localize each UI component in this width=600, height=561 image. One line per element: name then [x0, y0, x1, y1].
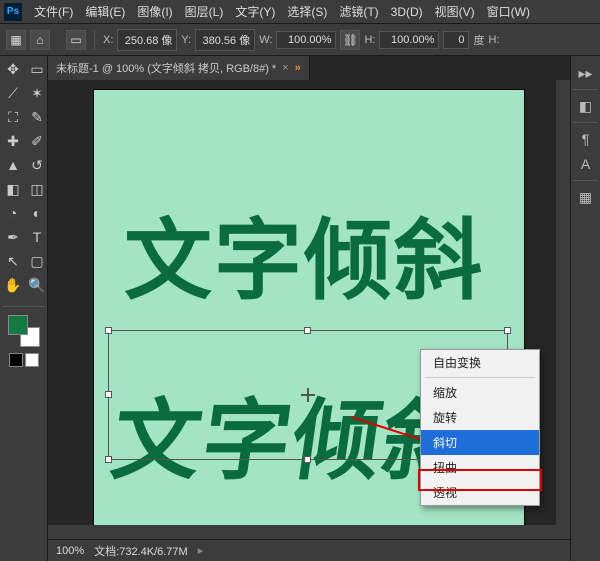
gradient-tool-icon[interactable]: ◫	[26, 178, 48, 200]
h-more-label: H:	[488, 34, 499, 46]
lasso-tool-icon[interactable]: ⟋	[2, 82, 24, 104]
handle-w[interactable]	[105, 391, 112, 398]
tool-panel: ✥ ▭ ⟋ ✶ ⛶ ✎ ✚ ✐ ▲ ↺ ◧ ◫ ◔ ◐ ✒ T ↖ ▢ ✋ 🔍	[0, 56, 48, 561]
menu-edit[interactable]: 编辑(E)	[79, 0, 131, 23]
crop-tool-icon[interactable]: ⛶	[2, 106, 24, 128]
docinfo-label: 文档:	[94, 546, 119, 558]
menu-view[interactable]: 视图(V)	[429, 0, 481, 23]
menu-layer[interactable]: 图层(L)	[179, 0, 230, 23]
dodge-tool-icon[interactable]: ◐	[26, 202, 48, 224]
default-colors-icon[interactable]	[9, 353, 23, 367]
y-label: Y:	[181, 34, 191, 46]
menu-type[interactable]: 文字(Y)	[229, 0, 281, 23]
ctx-separator	[425, 377, 535, 378]
horizontal-scrollbar[interactable]	[48, 525, 556, 539]
handle-ne[interactable]	[504, 327, 511, 334]
ctx-scale[interactable]: 缩放	[421, 380, 539, 405]
align-icon[interactable]: ▭	[66, 30, 86, 50]
zoom-level[interactable]: 100%	[56, 545, 84, 557]
pen-tool-icon[interactable]: ✒	[2, 226, 24, 248]
h-label: H:	[364, 34, 375, 46]
blur-tool-icon[interactable]: ◔	[2, 202, 24, 224]
ctx-free-transform[interactable]: 自由变换	[421, 350, 539, 375]
w-label: W:	[259, 34, 272, 46]
eraser-tool-icon[interactable]: ◧	[2, 178, 24, 200]
docinfo-value: 732.4K/6.77M	[119, 546, 188, 558]
menu-select[interactable]: 选择(S)	[281, 0, 333, 23]
x-label: X:	[103, 34, 113, 46]
foreground-color[interactable]	[8, 315, 28, 335]
type-tool-icon[interactable]: T	[26, 226, 48, 248]
move-tool-icon[interactable]: ✥	[2, 58, 24, 80]
y-value[interactable]: 380.56 像	[195, 29, 255, 51]
transform-center-icon[interactable]	[301, 388, 315, 402]
close-tab-icon[interactable]: ×	[282, 62, 288, 74]
history-brush-icon[interactable]: ↺	[26, 154, 48, 176]
ctx-rotate[interactable]: 旋转	[421, 405, 539, 430]
document-area: 未标题-1 @ 100% (文字倾斜 拷贝, RGB/8#) * × » 文字倾…	[48, 56, 570, 561]
right-panel: ▸▸ ◧ ¶ A ▦	[570, 56, 600, 561]
menu-image[interactable]: 图像(I)	[131, 0, 178, 23]
vertical-scrollbar[interactable]	[556, 80, 570, 539]
angle-label: 度	[473, 32, 484, 48]
app-icon: Ps	[4, 3, 22, 21]
marquee-tool-icon[interactable]: ▭	[26, 58, 48, 80]
wand-tool-icon[interactable]: ✶	[26, 82, 48, 104]
status-bar: 100% 文档:732.4K/6.77M ▸	[48, 539, 570, 561]
zoom-tool-icon[interactable]: 🔍	[26, 274, 48, 296]
tool-preset-icon[interactable]: ▦	[6, 30, 26, 50]
character-panel-icon[interactable]: A	[572, 152, 600, 176]
stamp-tool-icon[interactable]: ▲	[2, 154, 24, 176]
h-value[interactable]: 100.00%	[379, 31, 439, 49]
swap-colors-icon[interactable]	[25, 353, 39, 367]
menu-filter[interactable]: 滤镜(T)	[333, 0, 384, 23]
angle-value[interactable]: 0	[443, 31, 469, 49]
menu-bar: Ps 文件(F) 编辑(E) 图像(I) 图层(L) 文字(Y) 选择(S) 滤…	[0, 0, 600, 24]
canvas-text-1: 文字倾斜	[124, 190, 484, 317]
collapse-panels-icon[interactable]: ▸▸	[572, 61, 600, 85]
color-panel-icon[interactable]: ◧	[572, 94, 600, 118]
w-value[interactable]: 100.00%	[276, 31, 336, 49]
ctx-skew[interactable]: 斜切	[421, 430, 539, 455]
document-tab[interactable]: 未标题-1 @ 100% (文字倾斜 拷贝, RGB/8#) * × »	[48, 56, 310, 80]
paragraph-panel-icon[interactable]: ¶	[572, 127, 600, 151]
x-value[interactable]: 250.68 像	[117, 29, 177, 51]
ctx-perspective[interactable]: 透视	[421, 480, 539, 505]
context-menu: 自由变换 缩放 旋转 斜切 扭曲 透视	[420, 349, 540, 506]
swatches-panel-icon[interactable]: ▦	[572, 185, 600, 209]
shape-tool-icon[interactable]: ▢	[26, 250, 48, 272]
home-icon[interactable]: ⌂	[30, 30, 50, 50]
eyedropper-tool-icon[interactable]: ✎	[26, 106, 48, 128]
menu-3d[interactable]: 3D(D)	[385, 2, 429, 22]
handle-sw[interactable]	[105, 456, 112, 463]
ctx-distort[interactable]: 扭曲	[421, 455, 539, 480]
separator	[94, 30, 95, 50]
tabs-overflow-icon[interactable]: »	[295, 62, 301, 74]
hand-tool-icon[interactable]: ✋	[2, 274, 24, 296]
doc-tab-title: 未标题-1 @ 100% (文字倾斜 拷贝, RGB/8#) *	[56, 60, 276, 76]
handle-n[interactable]	[304, 327, 311, 334]
healing-tool-icon[interactable]: ✚	[2, 130, 24, 152]
link-icon[interactable]: ⛓	[340, 30, 360, 50]
handle-s[interactable]	[304, 456, 311, 463]
path-tool-icon[interactable]: ↖	[2, 250, 24, 272]
options-bar: ▦ ⌂ ▭ X: 250.68 像 Y: 380.56 像 W: 100.00%…	[0, 24, 600, 56]
color-swatch[interactable]	[8, 315, 40, 347]
menu-window[interactable]: 窗口(W)	[481, 0, 536, 23]
brush-tool-icon[interactable]: ✐	[26, 130, 48, 152]
handle-nw[interactable]	[105, 327, 112, 334]
menu-file[interactable]: 文件(F)	[28, 0, 79, 23]
